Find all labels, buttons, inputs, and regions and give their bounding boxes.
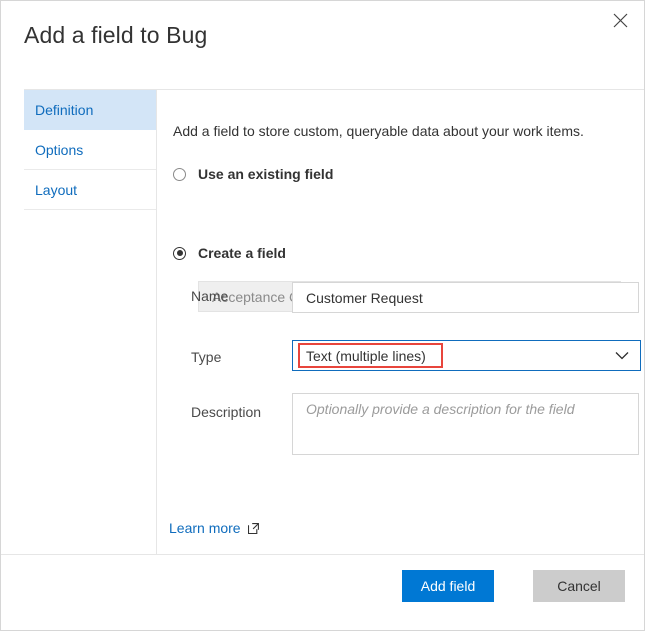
radio-indicator (173, 167, 186, 181)
name-label: Name (191, 288, 229, 304)
type-label: Type (191, 349, 222, 365)
sidebar-item-label: Options (35, 141, 84, 158)
external-link-icon (247, 522, 259, 534)
type-select[interactable]: Text (multiple lines) (292, 340, 641, 371)
radio-label: Create a field (198, 245, 286, 261)
dialog-footer: Add field Cancel (1, 554, 644, 630)
sidebar: Definition Options Layout (24, 90, 156, 630)
radio-create-field[interactable]: Create a field (173, 245, 286, 261)
dialog-header: Add a field to Bug (1, 1, 644, 89)
definition-panel: Add a field to store custom, queryable d… (169, 90, 644, 630)
name-input-value: Customer Request (306, 289, 423, 306)
add-field-button[interactable]: Add field (402, 570, 494, 602)
close-button[interactable] (604, 4, 636, 36)
description-label: Description (191, 404, 262, 420)
learn-more-label: Learn more (169, 520, 241, 536)
name-input[interactable]: Customer Request (292, 282, 639, 313)
radio-indicator (173, 246, 186, 260)
add-field-button-label: Add field (420, 578, 476, 594)
chevron-down-icon (615, 351, 629, 360)
description-placeholder: Optionally provide a description for the… (306, 401, 575, 417)
type-select-value: Text (multiple lines) (306, 347, 426, 364)
sidebar-item-label: Layout (35, 181, 78, 198)
sidebar-item-definition[interactable]: Definition (24, 90, 156, 130)
sidebar-item-options[interactable]: Options (24, 130, 156, 170)
panel-description: Add a field to store custom, queryable d… (173, 123, 584, 139)
cancel-button[interactable]: Cancel (533, 570, 625, 602)
learn-more-link[interactable]: Learn more (169, 520, 259, 536)
sidebar-item-label: Definition (35, 101, 94, 118)
sidebar-item-layout[interactable]: Layout (24, 170, 156, 210)
cancel-button-label: Cancel (557, 578, 601, 594)
radio-use-existing-field[interactable]: Use an existing field (173, 166, 333, 182)
add-field-dialog: Add a field to Bug Definition Options La… (0, 0, 645, 631)
page-title: Add a field to Bug (24, 22, 208, 48)
radio-label: Use an existing field (198, 166, 334, 182)
description-textarea[interactable]: Optionally provide a description for the… (292, 393, 639, 455)
sidebar-divider (156, 90, 157, 557)
close-icon (613, 13, 628, 28)
